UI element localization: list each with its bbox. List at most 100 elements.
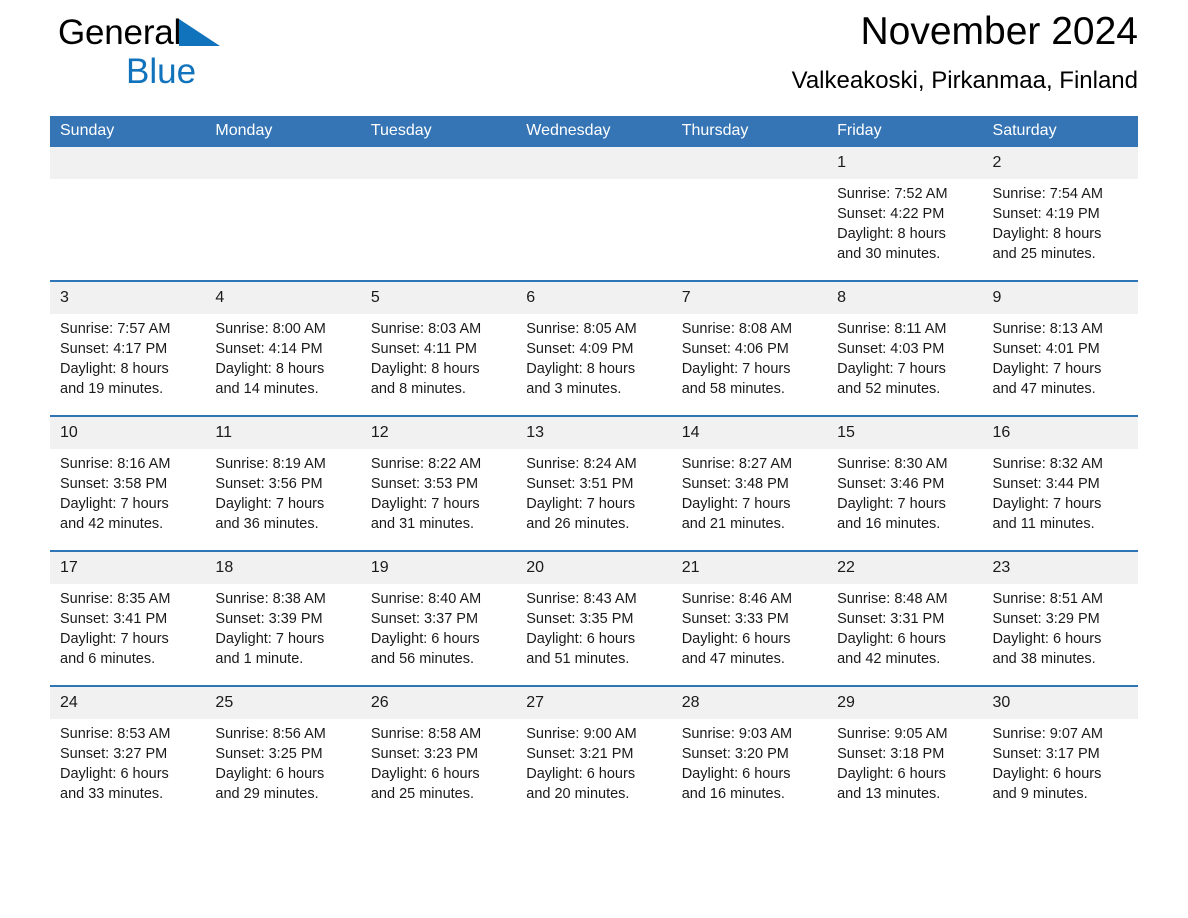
sunrise-text: Sunrise: 9:00 AM [526,726,637,742]
sunrise-text: Sunrise: 8:24 AM [526,456,637,472]
day-number: 2 [982,147,1138,179]
week-row: 10 Sunrise: 8:16 AM Sunset: 3:58 PM Dayl… [50,415,1138,551]
day-number: 9 [982,282,1138,314]
day-cell[interactable]: 10 Sunrise: 8:16 AM Sunset: 3:58 PM Dayl… [50,415,206,551]
day-cell[interactable]: 14 Sunrise: 8:27 AM Sunset: 3:48 PM Dayl… [671,415,828,551]
sunrise-text: Sunrise: 8:51 AM [992,591,1103,607]
daylight-text-line1: Daylight: 6 hours [837,766,946,782]
day-details: Sunrise: 8:40 AM Sunset: 3:37 PM Dayligh… [361,584,516,685]
daylight-text-line1: Daylight: 7 hours [215,631,325,647]
weekday-header-row: Sunday Monday Tuesday Wednesday Thursday… [50,116,1138,147]
day-cell[interactable] [516,147,672,281]
day-cell[interactable]: 11 Sunrise: 8:19 AM Sunset: 3:56 PM Dayl… [205,415,361,551]
day-cell[interactable] [360,147,517,281]
sunset-text: Sunset: 3:41 PM [60,611,168,627]
daylight-text-line2: and 56 minutes. [370,651,475,667]
day-cell[interactable]: 1 Sunrise: 7:52 AM Sunset: 4:22 PM Dayli… [827,147,983,281]
generalblue-logo[interactable]: General Blue [58,12,318,104]
day-cell[interactable]: 5 Sunrise: 8:03 AM Sunset: 4:11 PM Dayli… [360,280,517,416]
daylight-text-line1: Daylight: 6 hours [992,631,1102,647]
day-cell[interactable] [671,147,828,281]
sunset-text: Sunset: 3:21 PM [526,746,634,762]
daylight-text-line2: and 9 minutes. [992,786,1088,802]
day-cell[interactable]: 2 Sunrise: 7:54 AM Sunset: 4:19 PM Dayli… [982,147,1138,281]
day-cell[interactable]: 23 Sunrise: 8:51 AM Sunset: 3:29 PM Dayl… [982,550,1138,686]
daylight-text-line1: Daylight: 6 hours [215,766,325,782]
day-cell[interactable]: 20 Sunrise: 8:43 AM Sunset: 3:35 PM Dayl… [516,550,672,686]
day-details: Sunrise: 8:56 AM Sunset: 3:25 PM Dayligh… [205,719,360,820]
sunrise-text: Sunrise: 8:35 AM [60,591,171,607]
daylight-text-line2: and 25 minutes. [992,246,1096,262]
sunset-text: Sunset: 4:22 PM [837,206,945,222]
sunset-text: Sunset: 3:58 PM [60,476,168,492]
day-cell[interactable]: 8 Sunrise: 8:11 AM Sunset: 4:03 PM Dayli… [827,280,983,416]
day-cell[interactable]: 26 Sunrise: 8:58 AM Sunset: 3:23 PM Dayl… [360,685,517,820]
day-cell[interactable]: 29 Sunrise: 9:05 AM Sunset: 3:18 PM Dayl… [827,685,983,820]
calendar-table: Sunday Monday Tuesday Wednesday Thursday… [50,116,1138,820]
day-details: Sunrise: 7:52 AM Sunset: 4:22 PM Dayligh… [827,179,982,280]
daylight-text-line1: Daylight: 7 hours [60,631,169,647]
day-cell[interactable]: 28 Sunrise: 9:03 AM Sunset: 3:20 PM Dayl… [671,685,828,820]
day-cell[interactable]: 24 Sunrise: 8:53 AM Sunset: 3:27 PM Dayl… [50,685,206,820]
day-cell[interactable]: 25 Sunrise: 8:56 AM Sunset: 3:25 PM Dayl… [205,685,361,820]
day-number [360,147,517,179]
day-cell[interactable]: 9 Sunrise: 8:13 AM Sunset: 4:01 PM Dayli… [982,280,1138,416]
daylight-text-line2: and 25 minutes. [370,786,475,802]
day-details: Sunrise: 9:05 AM Sunset: 3:18 PM Dayligh… [827,719,982,820]
day-cell[interactable]: 30 Sunrise: 9:07 AM Sunset: 3:17 PM Dayl… [982,685,1138,820]
day-number [671,147,828,179]
day-cell[interactable]: 3 Sunrise: 7:57 AM Sunset: 4:17 PM Dayli… [50,280,206,416]
day-number: 18 [205,552,361,584]
day-details: Sunrise: 9:03 AM Sunset: 3:20 PM Dayligh… [672,719,827,820]
daylight-text-line1: Daylight: 8 hours [992,226,1102,242]
day-cell[interactable]: 19 Sunrise: 8:40 AM Sunset: 3:37 PM Dayl… [360,550,517,686]
calendar-body: 1 Sunrise: 7:52 AM Sunset: 4:22 PM Dayli… [50,147,1138,820]
day-details [205,179,360,269]
day-cell[interactable]: 21 Sunrise: 8:46 AM Sunset: 3:33 PM Dayl… [671,550,828,686]
logo-row-general: General [58,12,318,54]
sunrise-text: Sunrise: 9:07 AM [992,726,1103,742]
day-cell[interactable]: 13 Sunrise: 8:24 AM Sunset: 3:51 PM Dayl… [516,415,672,551]
day-details: Sunrise: 8:22 AM Sunset: 3:53 PM Dayligh… [361,449,516,550]
sunrise-text: Sunrise: 7:52 AM [837,186,948,202]
sunset-text: Sunset: 4:03 PM [837,341,945,357]
day-number: 23 [982,552,1138,584]
day-number: 29 [827,687,983,719]
sunrise-text: Sunrise: 7:54 AM [992,186,1103,202]
day-details: Sunrise: 8:24 AM Sunset: 3:51 PM Dayligh… [516,449,671,550]
day-cell[interactable] [205,147,361,281]
day-number: 4 [205,282,361,314]
day-cell[interactable]: 16 Sunrise: 8:32 AM Sunset: 3:44 PM Dayl… [982,415,1138,551]
day-cell[interactable]: 27 Sunrise: 9:00 AM Sunset: 3:21 PM Dayl… [516,685,672,820]
day-cell[interactable]: 6 Sunrise: 8:05 AM Sunset: 4:09 PM Dayli… [516,280,672,416]
daylight-text-line2: and 1 minute. [215,651,304,667]
day-details: Sunrise: 8:27 AM Sunset: 3:48 PM Dayligh… [672,449,827,550]
day-cell[interactable]: 12 Sunrise: 8:22 AM Sunset: 3:53 PM Dayl… [360,415,517,551]
day-cell[interactable] [50,147,206,281]
daylight-text-line2: and 29 minutes. [215,786,319,802]
sunrise-text: Sunrise: 8:13 AM [992,321,1103,337]
day-details: Sunrise: 8:08 AM Sunset: 4:06 PM Dayligh… [672,314,827,415]
daylight-text-line1: Daylight: 6 hours [370,631,480,647]
day-cell[interactable]: 18 Sunrise: 8:38 AM Sunset: 3:39 PM Dayl… [205,550,361,686]
day-number: 19 [360,552,517,584]
day-details: Sunrise: 8:46 AM Sunset: 3:33 PM Dayligh… [672,584,827,685]
sunset-text: Sunset: 3:29 PM [992,611,1100,627]
daylight-text-line2: and 8 minutes. [370,381,466,397]
daylight-text-line1: Daylight: 8 hours [215,361,325,377]
day-cell[interactable]: 17 Sunrise: 8:35 AM Sunset: 3:41 PM Dayl… [50,550,206,686]
daylight-text-line1: Daylight: 7 hours [837,361,946,377]
day-cell[interactable]: 7 Sunrise: 8:08 AM Sunset: 4:06 PM Dayli… [671,280,828,416]
day-number: 5 [360,282,517,314]
day-cell[interactable]: 15 Sunrise: 8:30 AM Sunset: 3:46 PM Dayl… [827,415,983,551]
daylight-text-line2: and 11 minutes. [992,516,1095,532]
daylight-text-line1: Daylight: 8 hours [370,361,480,377]
day-cell[interactable]: 22 Sunrise: 8:48 AM Sunset: 3:31 PM Dayl… [827,550,983,686]
sunset-text: Sunset: 3:51 PM [526,476,634,492]
day-cell[interactable]: 4 Sunrise: 8:00 AM Sunset: 4:14 PM Dayli… [205,280,361,416]
day-number: 20 [516,552,672,584]
week-row: 3 Sunrise: 7:57 AM Sunset: 4:17 PM Dayli… [50,280,1138,416]
daylight-text-line2: and 16 minutes. [837,516,941,532]
day-number: 21 [671,552,828,584]
daylight-text-line1: Daylight: 7 hours [837,496,946,512]
